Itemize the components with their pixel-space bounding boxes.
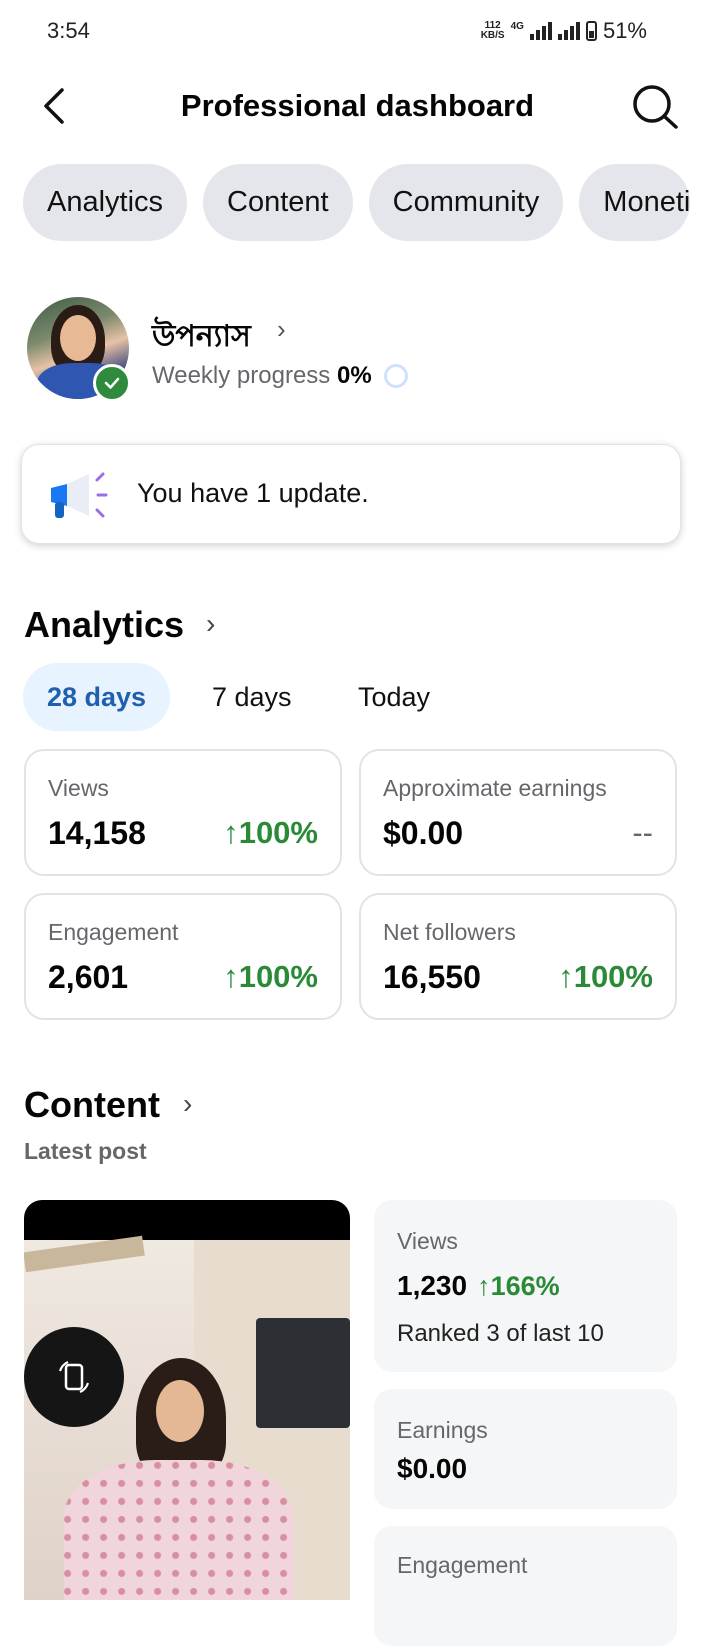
post-views-number: 1,230 — [397, 1270, 468, 1301]
megaphone-icon — [45, 466, 111, 522]
range-28-days[interactable]: 28 days — [23, 663, 171, 731]
network-type: 4G — [510, 20, 524, 32]
metric-change: ↑100% — [558, 959, 653, 994]
metric-value: $0.00 — [383, 815, 464, 851]
rotate-button[interactable] — [24, 1327, 124, 1427]
network-speed-unit: KB/S — [480, 30, 505, 41]
metric-label: Engagement — [48, 919, 179, 945]
metric-change: ↑100% — [223, 959, 318, 994]
profile-name[interactable]: উপন্যাস — [152, 312, 251, 363]
weekly-progress-value: 0% — [336, 362, 372, 389]
status-time: 3:54 — [47, 18, 90, 43]
metric-change: -- — [632, 815, 653, 850]
metric-value: 16,550 — [383, 959, 481, 995]
range-7-days[interactable]: 7 days — [188, 663, 316, 731]
post-earnings-label: Earnings — [397, 1417, 488, 1443]
post-views-value: 1,230 ↑166% — [397, 1270, 560, 1302]
metric-change: ↑100% — [223, 815, 318, 850]
post-views-rank: Ranked 3 of last 10 — [397, 1320, 604, 1347]
post-earnings-card[interactable]: Earnings $0.00 — [374, 1389, 677, 1509]
post-views-label: Views — [397, 1228, 458, 1254]
tab-monetization[interactable]: Moneti — [579, 164, 691, 241]
post-views-card[interactable]: Views 1,230 ↑166% Ranked 3 of last 10 — [374, 1200, 677, 1372]
chevron-right-icon[interactable]: › — [277, 314, 286, 345]
post-earnings-value: $0.00 — [397, 1453, 468, 1484]
post-engagement-card[interactable]: Engagement — [374, 1526, 677, 1646]
post-views-change: ↑166% — [477, 1271, 560, 1301]
latest-post-label: Latest post — [24, 1138, 147, 1164]
metric-value: 14,158 — [48, 815, 146, 851]
tab-analytics[interactable]: Analytics — [23, 164, 188, 241]
content-chevron-icon[interactable]: › — [183, 1088, 192, 1120]
rotate-icon — [58, 1361, 90, 1393]
metric-value: 2,601 — [48, 959, 129, 995]
signal-icon — [529, 22, 552, 40]
analytics-heading[interactable]: Analytics — [24, 604, 184, 646]
tab-bar: Analytics Content Community Moneti — [23, 164, 703, 241]
analytics-chevron-icon[interactable]: › — [206, 608, 215, 640]
update-text: You have 1 update. — [137, 478, 369, 508]
search-button[interactable] — [630, 82, 680, 132]
status-icons: 112 KB/S 4G 51% — [481, 18, 647, 44]
signal-icon-2 — [557, 22, 580, 40]
content-heading[interactable]: Content — [24, 1084, 160, 1126]
page-title: Professional dashboard — [180, 88, 535, 123]
weekly-progress: Weekly progress 0% — [152, 362, 372, 390]
search-icon — [633, 85, 678, 129]
progress-ring-icon — [384, 364, 408, 388]
post-engagement-label: Engagement — [397, 1552, 528, 1578]
metric-card-views[interactable]: Views 14,158 ↑100% — [24, 749, 342, 876]
metric-label: Net followers — [383, 919, 516, 945]
battery-level: 51% — [602, 18, 647, 43]
tab-community[interactable]: Community — [368, 164, 564, 241]
metric-label: Approximate earnings — [383, 775, 607, 801]
range-today[interactable]: Today — [334, 663, 454, 731]
tab-content[interactable]: Content — [203, 164, 353, 241]
battery-icon — [585, 21, 597, 41]
metric-card-earnings[interactable]: Approximate earnings $0.00 -- — [359, 749, 677, 876]
metric-card-net-followers[interactable]: Net followers 16,550 ↑100% — [359, 893, 677, 1020]
verified-badge-icon — [93, 364, 131, 402]
metric-label: Views — [48, 775, 109, 801]
metric-card-engagement[interactable]: Engagement 2,601 ↑100% — [24, 893, 342, 1020]
network-speed: 112 KB/S — [481, 21, 505, 41]
weekly-progress-label: Weekly progress — [152, 362, 331, 389]
